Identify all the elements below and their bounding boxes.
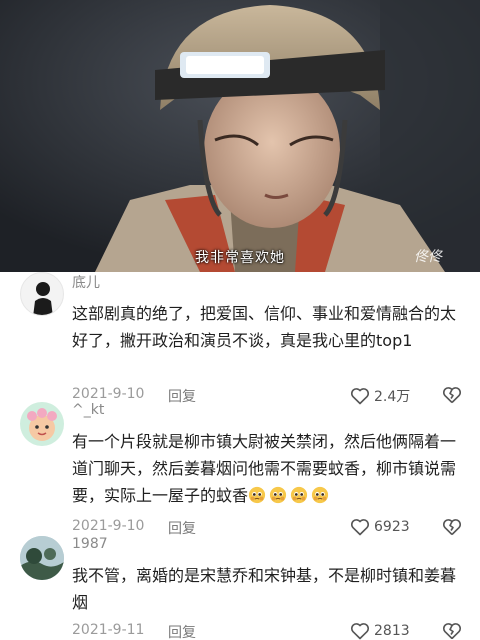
heart-icon bbox=[350, 519, 370, 536]
heart-icon bbox=[350, 623, 370, 640]
pleading-face-emoji-icon bbox=[290, 486, 308, 504]
pleading-face-emoji-icon bbox=[248, 486, 266, 504]
broken-heart-icon bbox=[442, 623, 462, 640]
comment-username[interactable]: 底儿 bbox=[72, 272, 100, 292]
avatar[interactable] bbox=[20, 272, 64, 316]
comment-item: 1987 我不管，离婚的是宋慧乔和宋钟基，不是柳时镇和姜暮烟 2021-9-11… bbox=[0, 536, 480, 640]
avatar-cartoon-icon bbox=[27, 408, 57, 441]
like-count: 2813 bbox=[374, 623, 410, 639]
emoji-group bbox=[248, 486, 332, 505]
avatar-silhouette-icon bbox=[33, 282, 53, 315]
comment-date: 2021-9-11 bbox=[72, 622, 145, 638]
watermark: 佟佟 bbox=[414, 249, 442, 265]
like-button[interactable]: 2813 bbox=[350, 622, 410, 640]
comment-item: 底儿 这部剧真的绝了，把爱国、信仰、事业和爱情融合的太好了，撇开政治和演员不谈，… bbox=[0, 272, 480, 405]
comment-meta: 2021-9-10 回复 6923 bbox=[72, 518, 472, 538]
comment-text: 我不管，离婚的是宋慧乔和宋钟基，不是柳时镇和姜暮烟 bbox=[72, 566, 457, 612]
comment-username[interactable]: ^_kt bbox=[72, 402, 104, 418]
video-frame[interactable]: 我非常喜欢她 佟佟 bbox=[0, 0, 480, 272]
like-count: 6923 bbox=[374, 519, 410, 535]
pleading-face-emoji-icon bbox=[311, 486, 329, 504]
comment-date: 2021-9-10 bbox=[72, 518, 145, 534]
like-button[interactable]: 6923 bbox=[350, 518, 410, 536]
dislike-button[interactable] bbox=[442, 621, 462, 640]
video-still-image bbox=[0, 0, 480, 272]
reply-button[interactable]: 回复 bbox=[168, 622, 196, 640]
video-subtitle: 我非常喜欢她 bbox=[195, 250, 285, 266]
reply-button[interactable]: 回复 bbox=[168, 518, 196, 538]
comment-text: 这部剧真的绝了，把爱国、信仰、事业和爱情融合的太好了，撇开政治和演员不谈，真是我… bbox=[72, 304, 457, 350]
avatar[interactable] bbox=[20, 402, 64, 446]
comment-item: ^_kt 有一个片段就是柳市镇大尉被关禁闭，然后他俩隔着一道门聊天，然后姜暮烟问… bbox=[0, 402, 480, 537]
broken-heart-icon bbox=[442, 519, 462, 536]
avatar[interactable] bbox=[20, 536, 64, 580]
comment-username[interactable]: 1987 bbox=[72, 536, 108, 552]
avatar-landscape-icon bbox=[20, 536, 64, 580]
comment-meta: 2021-9-11 回复 2813 bbox=[72, 622, 472, 640]
comment-text: 有一个片段就是柳市镇大尉被关禁闭，然后他俩隔着一道门聊天，然后姜暮烟问他需不需要… bbox=[72, 428, 464, 509]
comment-date: 2021-9-10 bbox=[72, 386, 145, 402]
pleading-face-emoji-icon bbox=[269, 486, 287, 504]
